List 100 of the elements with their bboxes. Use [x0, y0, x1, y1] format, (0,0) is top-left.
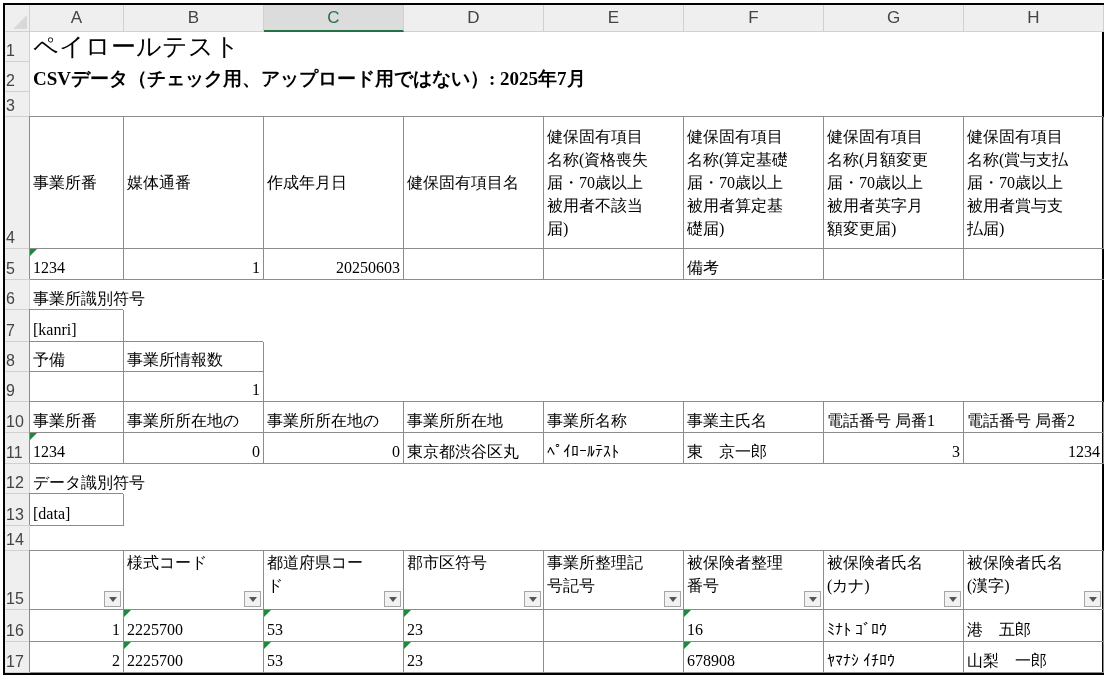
filter-button[interactable] — [664, 591, 681, 607]
row-header[interactable]: 8 — [5, 342, 30, 372]
column-header[interactable]: H — [964, 5, 1104, 32]
caret-icon — [248, 596, 257, 602]
filter-button[interactable] — [804, 591, 821, 607]
cell-text: 16 — [687, 620, 703, 640]
column-header[interactable]: C — [264, 5, 404, 32]
column-header[interactable]: G — [824, 5, 964, 32]
cell-text: 事業所所在地 — [407, 411, 503, 431]
cell-text: 都道府県コード — [267, 553, 364, 596]
cell-text: 事業所所在地の — [127, 411, 239, 431]
column-header[interactable]: A — [30, 5, 124, 32]
error-indicator-icon — [30, 249, 37, 256]
caret-icon — [808, 596, 817, 602]
cell-text: 事業所名称 — [547, 411, 627, 431]
row-header[interactable]: 7 — [5, 310, 30, 342]
caret-icon — [1088, 596, 1097, 602]
cell-text: 2 — [112, 651, 120, 671]
caret-icon — [948, 596, 957, 602]
caret-icon — [388, 596, 397, 602]
cell-text: 1 — [252, 258, 260, 278]
cell-text: 事業主氏名 — [687, 411, 767, 431]
cell-text: 郡市区符号 — [407, 553, 487, 573]
row-header[interactable]: 4 — [5, 117, 30, 249]
row-header[interactable]: 1 — [5, 32, 30, 62]
cell-text: [kanri] — [33, 320, 77, 340]
column-header[interactable]: B — [124, 5, 264, 32]
cell-text: 2225700 — [127, 620, 183, 640]
filter-button[interactable] — [1084, 591, 1101, 607]
error-indicator-icon — [264, 642, 271, 649]
cell-text: 山梨 一郎 — [967, 651, 1047, 671]
row-header[interactable]: 10 — [5, 402, 30, 433]
cell-text: 3 — [952, 442, 960, 462]
filter-button[interactable] — [524, 591, 541, 607]
error-indicator-icon — [124, 642, 131, 649]
cell-text: 健保固有項目名称(資格喪失届・70歳以上被用者不該当届) — [547, 127, 650, 240]
cell-text: 23 — [407, 651, 423, 671]
cell-text: 被保険者氏名 (カナ) — [827, 553, 923, 597]
cell-text: 0 — [252, 442, 260, 462]
cell-text: 被保険者整理番号 — [687, 553, 784, 596]
cell-text: 備考 — [687, 258, 719, 278]
cell-text: 予備 — [33, 350, 65, 370]
row-header[interactable]: 13 — [5, 494, 30, 526]
cell-text: 健保固有項目名称(月額変更届・70歳以上被用者英字月額変更届) — [827, 127, 930, 240]
cell-text: 1234 — [33, 258, 65, 278]
column-header[interactable]: F — [684, 5, 824, 32]
row-header[interactable]: 2 — [5, 62, 30, 92]
caret-icon — [108, 596, 117, 602]
row-header[interactable]: 3 — [5, 92, 30, 117]
error-indicator-icon — [264, 610, 271, 617]
cell-text: ﾍﾟｲﾛｰﾙﾃｽﾄ — [547, 442, 619, 462]
row-header[interactable]: 12 — [5, 464, 30, 494]
cell-text: ペイロールテスト — [33, 32, 240, 62]
cell-text: 健保固有項目名称(算定基礎届・70歳以上被用者算定基礎届) — [687, 127, 790, 240]
row-header[interactable]: 16 — [5, 610, 30, 642]
row-header[interactable]: 11 — [5, 433, 30, 464]
row-header[interactable]: 6 — [5, 280, 30, 310]
error-indicator-icon — [30, 433, 37, 440]
cell-text: 2225700 — [127, 651, 183, 671]
error-indicator-icon — [404, 642, 411, 649]
cell-text: ﾐﾅﾄ ｺﾞﾛｳ — [827, 620, 887, 640]
filter-button[interactable] — [104, 591, 121, 607]
row-header[interactable]: 5 — [5, 249, 30, 280]
cell-text: 53 — [267, 620, 283, 640]
error-indicator-icon — [124, 610, 131, 617]
cell-text: 事業所識別符号 — [33, 289, 145, 309]
filter-button[interactable] — [384, 591, 401, 607]
column-header[interactable]: E — [544, 5, 684, 32]
row-header[interactable]: 15 — [5, 551, 30, 610]
cell-text: ﾔﾏﾅｼ ｲﾁﾛｳ — [827, 651, 895, 671]
cell-text: 0 — [392, 442, 400, 462]
cell-text: 被保険者氏名 (漢字) — [967, 553, 1063, 597]
cell-text: 1 — [112, 620, 120, 640]
cell-text: 53 — [267, 651, 283, 671]
cell-text: データ識別符号 — [33, 473, 145, 493]
filter-button[interactable] — [944, 591, 961, 607]
row-header[interactable]: 9 — [5, 372, 30, 402]
cell-text: 様式コード — [127, 553, 207, 573]
cell-text: 事業所情報数 — [127, 350, 223, 370]
cell-text: 1 — [252, 380, 260, 400]
cell-text: 事業所番 — [33, 173, 97, 193]
cell-text: 事業所番 — [33, 411, 97, 431]
cell-text: 媒体通番 — [127, 173, 191, 193]
column-header[interactable]: D — [404, 5, 544, 32]
cell-text: 事業所所在地の — [267, 411, 379, 431]
filter-button[interactable] — [244, 591, 261, 607]
cell-text: 港 五郎 — [967, 620, 1031, 640]
cell-text: 電話番号 局番1 — [827, 411, 935, 431]
cell-text: 東 京一郎 — [687, 442, 767, 462]
cell-text: [data] — [33, 504, 71, 524]
cell-text: 電話番号 局番2 — [967, 411, 1075, 431]
error-indicator-icon — [684, 610, 691, 617]
error-indicator-icon — [684, 642, 691, 649]
error-indicator-icon — [404, 610, 411, 617]
cell-text: 20250603 — [336, 258, 400, 278]
row-header[interactable]: 17 — [5, 642, 30, 673]
cell-text: 健保固有項目名称(賞与支払届・70歳以上被用者賞与支払届) — [967, 127, 1070, 240]
row-header[interactable]: 14 — [5, 526, 30, 551]
cell-text: 健保固有項目名 — [407, 173, 519, 193]
cell-text: 23 — [407, 620, 423, 640]
